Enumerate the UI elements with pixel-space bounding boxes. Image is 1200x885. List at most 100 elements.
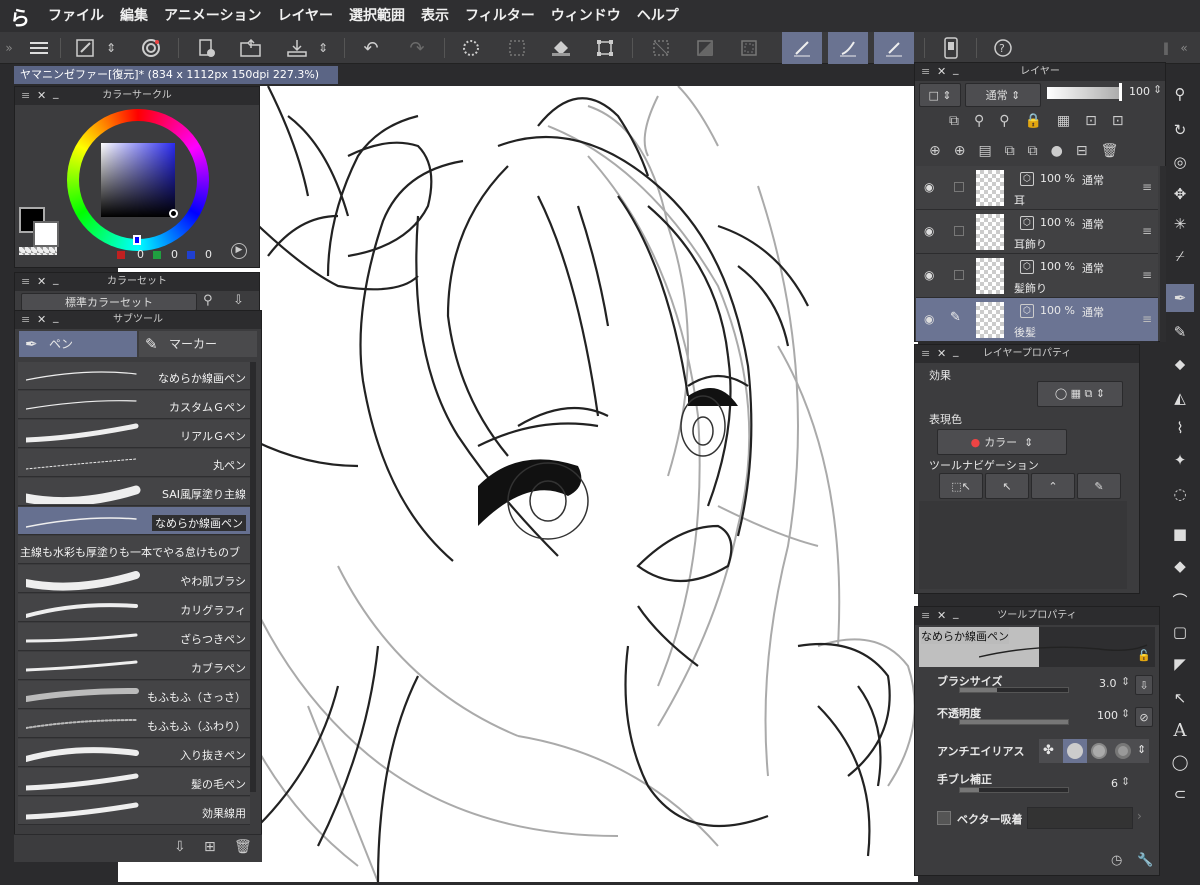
transparent-swatch[interactable] — [19, 247, 57, 255]
menu-view[interactable]: 表示 — [413, 0, 457, 32]
effect-buttons[interactable]: ◯ ▦ ⧉ ⇕ — [1037, 381, 1123, 407]
brush-item[interactable]: 主線も水彩も厚塗りも一本でやる怠けものブ — [18, 536, 250, 564]
menu-window[interactable]: ウィンドウ — [543, 0, 629, 32]
opacity-slider[interactable] — [1047, 87, 1121, 99]
opacity-value[interactable]: 100 — [1129, 85, 1150, 98]
brush-item[interactable]: 丸ペン — [18, 449, 250, 477]
expression-color-dropdown[interactable]: ● カラー ⇕ — [937, 429, 1067, 455]
undo-icon[interactable]: ↶ — [358, 35, 384, 61]
trash-icon[interactable]: 🗑 — [234, 839, 252, 855]
blend-tool-icon[interactable]: ◭ — [1166, 384, 1194, 412]
layer-menu-icon[interactable]: ≡ — [1142, 268, 1152, 282]
panel-grip-icon[interactable]: ≡ — [21, 273, 30, 291]
antialias-weak-icon[interactable] — [1067, 743, 1083, 759]
loading-spinner-icon[interactable] — [458, 35, 484, 61]
antialias-options[interactable]: ✤ ⇕ — [1039, 739, 1149, 763]
reset-icon[interactable]: ◷ — [1111, 853, 1122, 868]
lock-icon[interactable]: 🔓 — [1137, 649, 1151, 662]
minimize-icon[interactable]: _ — [953, 342, 959, 360]
panel-grip-icon[interactable]: ≡ — [21, 87, 30, 105]
eye-icon[interactable]: ◉ — [924, 224, 934, 238]
menu-edit[interactable]: 編集 — [112, 0, 156, 32]
lasso-tool-icon[interactable]: ◎ — [1166, 148, 1194, 176]
brush-size-value[interactable]: 3.0 — [1099, 677, 1117, 690]
brush-item[interactable]: 入り抜きペン — [18, 739, 250, 767]
duplicate-icon[interactable]: ⊞ — [204, 839, 216, 855]
eraser-tool-icon[interactable]: ⬥ — [1166, 350, 1194, 378]
color-set-dropdown[interactable]: 標準カラーセット — [21, 293, 197, 311]
opacity-link-icon[interactable]: ⊘ — [1135, 707, 1153, 727]
brush-list-scrollbar[interactable] — [250, 362, 256, 792]
document-tab[interactable]: ヤマニンゼファー[復元]* (834 x 1112px 150dpi 227.3… — [14, 66, 338, 84]
eye-icon[interactable]: ◉ — [924, 180, 934, 194]
panel-grip-icon[interactable]: ≡ — [921, 607, 930, 625]
brush-item[interactable]: カリグラフィ — [18, 594, 250, 622]
close-icon[interactable]: ✕ — [37, 273, 46, 291]
brush-item[interactable]: なめらか線画ペン — [18, 507, 250, 535]
opacity-value-tool[interactable]: 100 — [1097, 709, 1118, 722]
fill-tool-icon[interactable]: ◆ — [1166, 552, 1194, 580]
frame-tool-icon[interactable]: ◤ — [1166, 650, 1194, 678]
brush-tool-icon[interactable]: ⌇ — [1166, 414, 1194, 442]
pen-mode-1-icon[interactable] — [782, 32, 822, 64]
invert-selection-icon[interactable] — [692, 35, 718, 61]
decoration-tool-icon[interactable]: ✦ — [1166, 446, 1194, 474]
blue-value[interactable]: 0 — [205, 248, 212, 261]
layer-menu-icon[interactable]: ≡ — [1142, 224, 1152, 238]
brush-item[interactable]: SAI風厚塗り主線 — [18, 478, 250, 506]
color-picker-handle[interactable] — [169, 209, 178, 218]
minimize-icon[interactable]: _ — [53, 84, 59, 102]
close-icon[interactable]: ✕ — [937, 63, 946, 81]
brush-item[interactable]: リアルＧペン — [18, 420, 250, 448]
brush-item[interactable]: 髪の毛ペン — [18, 768, 250, 796]
nav-control-point-icon[interactable]: ⌃ — [1031, 473, 1075, 499]
blend-mode-dropdown[interactable]: 通常 ⇕ — [965, 83, 1041, 107]
minimize-icon[interactable]: _ — [53, 270, 59, 288]
pen-mode-3-icon[interactable] — [874, 32, 914, 64]
layer-row[interactable]: ◉ ✎ ⬡ 100 % 通常 後髪 ≡ — [916, 298, 1158, 342]
stabilization-stepper[interactable]: ⇕ — [1121, 775, 1130, 788]
close-icon[interactable]: ✕ — [37, 87, 46, 105]
pencil-tool-icon[interactable]: ✎ — [1166, 318, 1194, 346]
sparkle-tool-icon[interactable]: ✳ — [1166, 210, 1194, 238]
selection-border-icon[interactable] — [736, 35, 762, 61]
eye-icon[interactable]: ◉ — [924, 312, 934, 326]
layer-row[interactable]: ◉ ⬡ 100 % 通常 髪飾り ≡ — [916, 254, 1158, 298]
close-icon[interactable]: ✕ — [37, 311, 46, 329]
layer-row[interactable]: ◉ ⬡ 100 % 通常耳 ≡ — [916, 166, 1158, 210]
import-icon[interactable]: ⇩ — [233, 293, 244, 308]
brush-size-slider[interactable] — [959, 687, 1069, 693]
nav-object-icon[interactable]: ⬚↖ — [939, 473, 983, 499]
stabilization-value[interactable]: 6 — [1111, 777, 1118, 790]
app-logo-icon[interactable]: ら — [0, 0, 40, 32]
ai-assist-icon[interactable] — [138, 35, 164, 61]
download-icon[interactable]: ⇩ — [174, 839, 186, 855]
layer-menu-icon[interactable]: ≡ — [1142, 180, 1152, 194]
fill-icon[interactable] — [548, 35, 574, 61]
panel-grip-icon[interactable]: ≡ — [921, 345, 930, 363]
sub-color-swatch[interactable] — [33, 221, 59, 247]
minimize-icon[interactable]: _ — [53, 308, 59, 326]
airbrush-tool-icon[interactable]: ◌ — [1166, 480, 1194, 508]
layer-action-icons[interactable]: ⊕⊕▤⧉⧉●⊟🗑 — [929, 143, 1131, 159]
saturation-value-square[interactable] — [101, 143, 175, 217]
tab-marker[interactable]: ✎ マーカー — [139, 331, 257, 357]
curve-tool-icon[interactable]: ⌒ — [1166, 586, 1194, 614]
brush-item[interactable]: もふもふ（さっさ） — [18, 681, 250, 709]
green-value[interactable]: 0 — [171, 248, 178, 261]
red-value[interactable]: 0 — [137, 248, 144, 261]
wrench-icon[interactable]: 🔧 — [1137, 853, 1153, 868]
menu-layer[interactable]: レイヤー — [269, 0, 341, 32]
correction-tool-icon[interactable]: ⊂ — [1166, 780, 1194, 808]
pen-tool-icon[interactable]: ✒ — [1166, 284, 1194, 312]
collapse-icon[interactable]: « — [1176, 35, 1192, 61]
figure-tool-icon[interactable]: ▢ — [1166, 618, 1194, 646]
balloon-tool-icon[interactable]: ◯ — [1166, 748, 1194, 776]
close-icon[interactable]: ✕ — [937, 607, 946, 625]
brush-item[interactable]: 効果線用 — [18, 797, 250, 825]
panel-grip-icon[interactable]: ≡ — [21, 311, 30, 329]
vector-snap-checkbox[interactable] — [937, 811, 951, 825]
layer-checkbox[interactable] — [954, 182, 964, 192]
menu-animation[interactable]: アニメーション — [156, 0, 269, 32]
pen-mode-2-icon[interactable] — [828, 32, 868, 64]
